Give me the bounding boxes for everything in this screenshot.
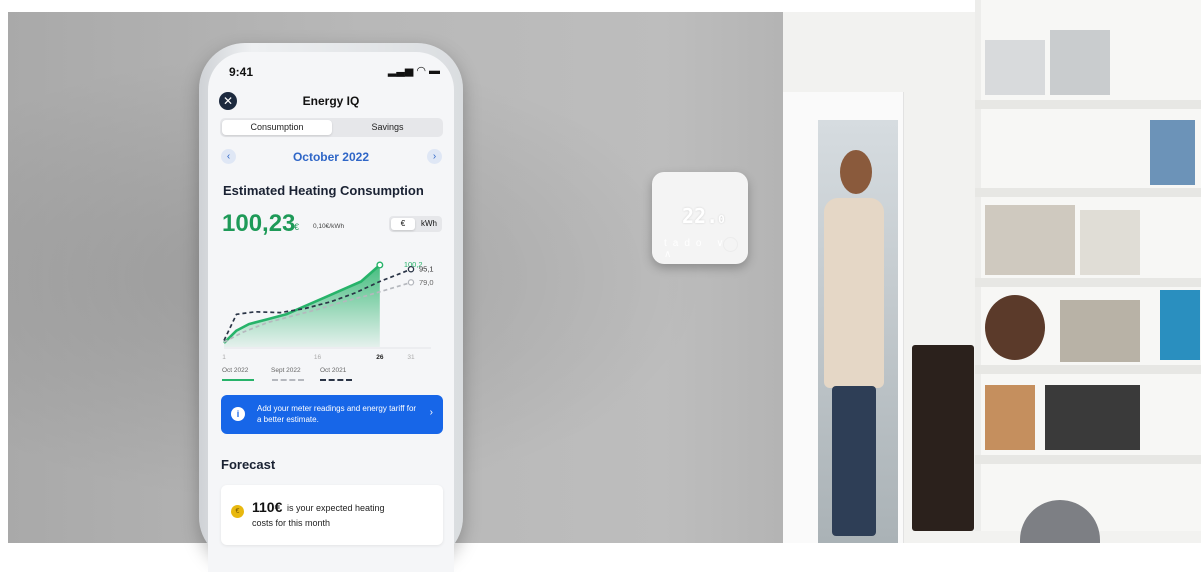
tab-consumption[interactable]: Consumption — [222, 120, 332, 135]
chevron-left-icon[interactable]: ‹ — [221, 149, 236, 164]
series-end-label-sept-2022: 79,0 — [419, 278, 434, 287]
forecast-title: Forecast — [221, 457, 276, 472]
status-time: 9:41 — [229, 65, 254, 79]
x-tick-label: 16 — [314, 354, 322, 361]
unit-toggle: € kWh — [389, 216, 442, 232]
person — [820, 150, 890, 536]
chevron-right-icon[interactable]: › — [427, 149, 442, 164]
series-endpoint-oct-2021 — [407, 265, 415, 273]
record-sleeves — [1060, 300, 1140, 362]
forecast-amount: 110€ — [252, 499, 283, 515]
unit-euro-button[interactable]: € — [391, 218, 415, 230]
person-torso — [824, 198, 884, 388]
series-end-label-oct-2021: 95,1 — [419, 265, 434, 274]
chevron-right-icon: › — [429, 407, 433, 418]
shelf-board — [975, 365, 1201, 374]
legend-label-oct-2022: Oct 2022 — [222, 367, 249, 374]
shelf-board — [975, 455, 1201, 464]
shelf-books — [1150, 120, 1195, 185]
speaker — [912, 345, 974, 531]
consumption-amount: 100,23 — [222, 210, 296, 237]
person-legs — [832, 386, 876, 536]
shelf-books — [985, 205, 1075, 275]
tariff-rate: 0,10€/kWh — [313, 223, 345, 230]
month-selector: October 2022 ‹ › — [208, 149, 454, 167]
signal-wifi-battery-icon: ▂▃▅ ◠ ▬ — [387, 65, 440, 77]
shelf-books — [985, 385, 1035, 450]
legend-swatch-oct-2021 — [320, 379, 352, 381]
coin-icon: € — [231, 505, 244, 518]
x-tick-label: 31 — [407, 354, 415, 361]
x-tick-label: 26 — [376, 354, 384, 361]
shelf-board — [975, 188, 1201, 197]
chart-legend: Oct 2022 Sept 2022 Oct 2021 — [222, 367, 452, 387]
thermostat-button — [723, 237, 738, 252]
forecast-text: is your expected heating — [287, 503, 385, 513]
smart-thermostat: 22.0 tado ∨ ∧ — [652, 172, 748, 264]
stereo-equipment — [1045, 385, 1140, 450]
info-icon: i — [231, 407, 245, 421]
shelf-board — [975, 278, 1201, 287]
blue-box — [1160, 290, 1200, 360]
unit-kwh-button[interactable]: kWh — [417, 218, 441, 230]
series-area-oct-2022 — [224, 265, 380, 347]
consumption-chart: 100,279,095,11 16 26 31 — [222, 260, 434, 361]
view-segment-control: Consumption Savings — [220, 118, 443, 137]
legend-swatch-sept-2022 — [272, 379, 304, 381]
series-endpoint-sept-2022 — [407, 279, 415, 286]
consumption-currency: € — [294, 222, 300, 232]
forecast-card: € 110€ is your expected heating costs fo… — [221, 485, 443, 545]
forecast-text-line2: costs for this month — [252, 518, 331, 528]
shelf-books — [1080, 210, 1140, 275]
app-title: Energy IQ — [302, 94, 360, 108]
thermostat-temperature: 22.0 — [682, 204, 725, 228]
current-month: October 2022 — [292, 150, 370, 164]
legend-swatch-oct-2022 — [222, 379, 254, 381]
phone-screen: 9:41 ▂▃▅ ◠ ▬ ✕ Energy IQ Consumption Sav… — [208, 52, 454, 572]
series-endpoint-oct-2022 — [376, 261, 384, 269]
record — [985, 295, 1045, 360]
tab-savings[interactable]: Savings — [334, 120, 441, 135]
shelf-items — [985, 40, 1045, 95]
shelf-board — [975, 100, 1201, 109]
legend-label-oct-2021: Oct 2021 — [320, 367, 347, 374]
person-head — [840, 150, 872, 194]
legend-label-sept-2022: Sept 2022 — [271, 367, 301, 374]
shelf-items — [1050, 30, 1110, 95]
x-tick-label: 1 — [222, 354, 226, 361]
banner-text: Add your meter readings and energy tarif… — [257, 404, 417, 424]
status-bar: 9:41 ▂▃▅ ◠ ▬ — [208, 52, 454, 88]
meter-readings-banner[interactable]: i Add your meter readings and energy tar… — [221, 395, 443, 434]
section-title: Estimated Heating Consumption — [223, 183, 424, 198]
